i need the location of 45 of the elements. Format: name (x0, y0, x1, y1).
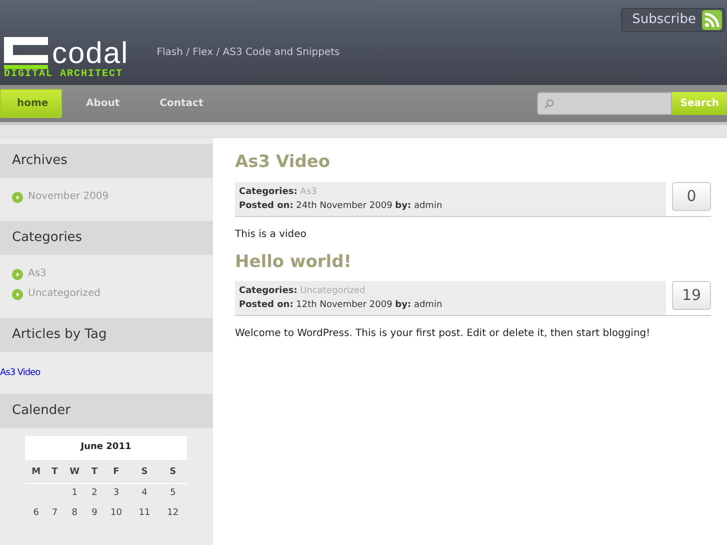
calendar-day[interactable]: 6 (25, 504, 48, 523)
rss-icon (702, 10, 722, 30)
weekday-header: M (25, 460, 48, 484)
bullet-icon (12, 288, 23, 300)
search-icon (544, 98, 554, 108)
bullet-icon (12, 192, 23, 202)
calendar-day[interactable]: 4 (130, 484, 159, 504)
calendar-day[interactable]: 11 (130, 504, 159, 523)
calendar-month: June 2011 (25, 436, 187, 460)
post-date-author: Posted on: 12th November 2009 by: admin (239, 299, 444, 312)
widget-heading: Archives (0, 144, 213, 178)
categories-label: Categories: (239, 286, 298, 296)
post-body: Welcome to WordPress. This is your first post. Edit or delete it, then start blogging! (235, 327, 652, 341)
widget-heading: Articles by Tag (0, 318, 213, 352)
widget-heading: Calender (0, 394, 213, 428)
weekday-header: F (102, 460, 130, 484)
tag-link[interactable]: As3 Video (0, 368, 40, 378)
post-date-author: Posted on: 24th November 2009 by: admin (239, 200, 444, 212)
weekday-header: W (62, 460, 87, 484)
search-field[interactable] (537, 92, 672, 115)
nav-tab[interactable]: home (0, 89, 62, 118)
calendar-day[interactable]: 2 (86, 484, 102, 504)
weekday-header: S (158, 460, 187, 484)
comment-count[interactable]: 0 (672, 182, 711, 210)
calendar-day[interactable]: 8 (62, 504, 87, 523)
calendar-day[interactable]: 5 (158, 484, 187, 504)
logo-mark-icon (4, 35, 48, 69)
site-description: Flash / Flex / AS3 Code and Snippets (156, 46, 340, 60)
calendar-day[interactable]: 3 (102, 484, 130, 504)
logo-tagline: DIGITAL ARCHITECT (4, 69, 124, 80)
comment-count[interactable]: 19 (672, 281, 711, 310)
calendar-day[interactable]: 7 (47, 504, 62, 523)
widget-heading: Categories (0, 221, 213, 255)
calendar-day[interactable]: 1 (62, 484, 87, 504)
calendar-day[interactable]: 12 (158, 504, 187, 523)
weekday-header: T (47, 460, 62, 484)
post-body: This is a video (235, 228, 308, 242)
categories-label: Categories: (239, 186, 298, 196)
weekday-header: T (86, 460, 102, 484)
logo-wordmark: codal (52, 39, 129, 69)
calendar-day[interactable]: 10 (102, 504, 130, 523)
subscribe-button[interactable]: Subscribe (621, 8, 725, 32)
bullet-icon (12, 268, 23, 280)
calendar-day[interactable]: 9 (86, 504, 102, 523)
weekday-header: S (130, 460, 159, 484)
